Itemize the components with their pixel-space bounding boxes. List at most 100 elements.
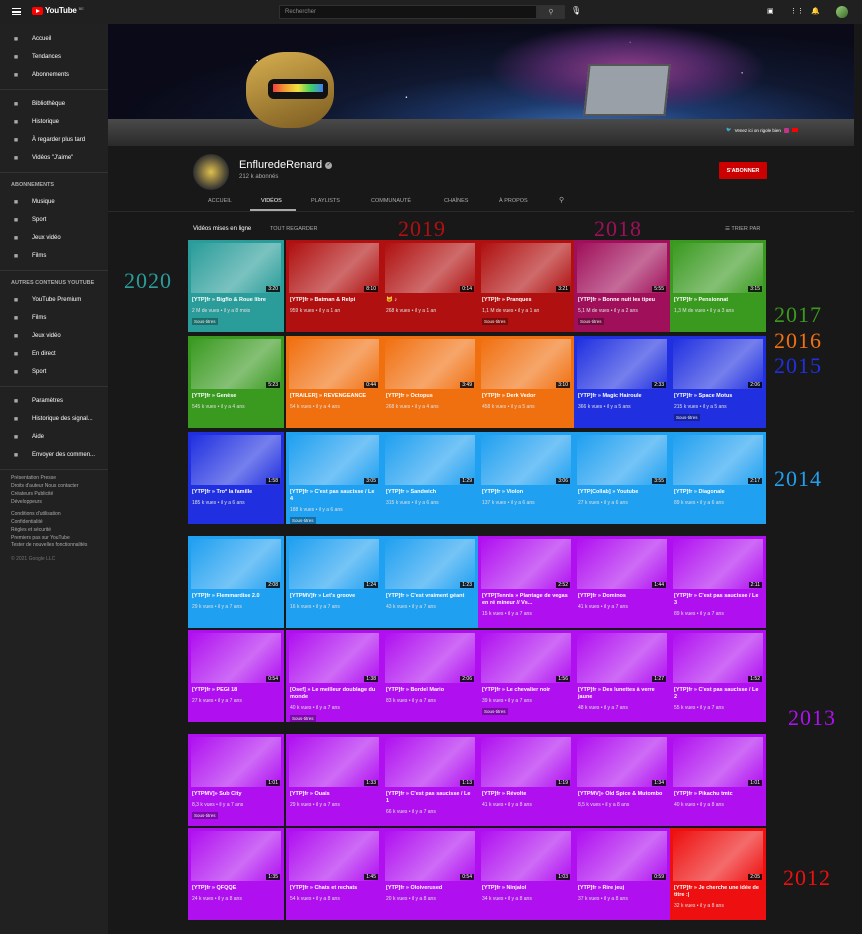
- video-thumbnail[interactable]: 2:11: [673, 539, 763, 589]
- sidebar-item-jeux-vid-o[interactable]: ■ Jeux vidéo: [0, 327, 108, 345]
- footer-link[interactable]: Premiers pas sur YouTube: [0, 535, 108, 543]
- video-thumbnail[interactable]: 2:06: [673, 339, 763, 389]
- video-card[interactable]: 0:44 [TRAILER] » REVENGEANCE 54 k vues • i…: [286, 336, 382, 428]
- video-title[interactable]: [YTP]fr » Des lunettes à verre jaune: [578, 687, 666, 701]
- video-title[interactable]: [Osef] » Le meilleur doublage du monde: [290, 687, 378, 701]
- footer-link[interactable]: Créateurs Publicité: [0, 491, 108, 499]
- video-title[interactable]: 🐱 ♪: [386, 297, 474, 304]
- video-thumbnail[interactable]: 1:56: [481, 633, 571, 683]
- video-title[interactable]: [YTP]fr » Tro* la famille: [192, 489, 280, 496]
- sidebar-item-jeux-vid-o[interactable]: ■ Jeux vidéo: [0, 229, 108, 247]
- video-card[interactable]: 1:56 [YTP]fr » Le chevalier noir 39 k vues…: [478, 630, 574, 722]
- video-thumbnail[interactable]: 1:44: [577, 539, 667, 589]
- search-input[interactable]: Rechercher: [279, 5, 537, 19]
- video-card[interactable]: 3:15 [YTP]fr » Pensionnat 1,3 M de vues • …: [670, 240, 766, 332]
- video-title[interactable]: [YTP]fr » Derk Vedor: [482, 393, 570, 400]
- video-card[interactable]: 0:59 [YTP]fr » Rire jeuj 37 k vues • il y …: [574, 828, 670, 920]
- video-thumbnail[interactable]: 2:33: [577, 339, 667, 389]
- video-title[interactable]: [YTP]fr » Le chevalier noir: [482, 687, 570, 694]
- video-thumbnail[interactable]: 8:10: [289, 243, 379, 293]
- video-card[interactable]: 1:33 [YTP]fr » Ouais 29 k vues • il y a 7 …: [286, 734, 382, 826]
- video-card[interactable]: 5:23 [YTP]fr » Genèse 545 k vues • il y a …: [188, 336, 284, 428]
- footer-link[interactable]: Développeurs: [0, 499, 108, 507]
- sidebar-item-historique-des-signal[interactable]: ■ Historique des signal...: [0, 410, 108, 428]
- video-title[interactable]: [YTP]fr » Pranques: [482, 297, 570, 304]
- avatar[interactable]: [836, 6, 848, 18]
- video-thumbnail[interactable]: 1:01: [673, 737, 763, 787]
- video-thumbnail[interactable]: 1:58: [191, 435, 281, 485]
- video-title[interactable]: [YTP]fr » Bonne nuit les tipeu: [578, 297, 666, 304]
- tab-channels[interactable]: CHAÎNES: [444, 198, 468, 204]
- video-card[interactable]: 8:10 [YTP]fr » Batman & Relpi 959 k vues •…: [286, 240, 382, 332]
- video-card[interactable]: 1:29 [YTP]fr » Sandwich 315 k vues • il y …: [382, 432, 478, 524]
- video-card[interactable]: 1:19 [YTP]fr » Révolte 41 k vues • il y a …: [478, 734, 574, 826]
- video-card[interactable]: 2:33 [YTP]fr » Magic Hairoule 366 k vues •…: [574, 336, 670, 428]
- footer-link[interactable]: Tester de nouvelles fonctionnalités: [0, 542, 108, 550]
- sidebar-item-en-direct[interactable]: ■ En direct: [0, 345, 108, 363]
- video-card[interactable]: 2:06 [YTP]fr » Bordel Mario 83 k vues • il…: [382, 630, 478, 722]
- video-thumbnail[interactable]: 3:06: [481, 435, 571, 485]
- sidebar-item-abonnements[interactable]: ■ Abonnements: [0, 66, 108, 84]
- video-thumbnail[interactable]: 0:14: [385, 243, 475, 293]
- video-thumbnail[interactable]: 2:17: [673, 435, 763, 485]
- video-thumbnail[interactable]: 1:23: [385, 539, 475, 589]
- video-card[interactable]: 1:58 [YTP]fr » Tro* la famille 185 k vues …: [188, 432, 284, 524]
- tab-community[interactable]: COMMUNAUTÉ: [371, 198, 411, 204]
- video-thumbnail[interactable]: 2:52: [481, 539, 571, 589]
- video-thumbnail[interactable]: 1:27: [577, 633, 667, 683]
- video-title[interactable]: [YTP]fr » C'est vraiment géant: [386, 593, 474, 600]
- video-card[interactable]: 3:10 [YTP]fr » Derk Vedor 458 k vues • il …: [478, 336, 574, 428]
- sidebar-item-accueil[interactable]: ■ Accueil: [0, 30, 108, 48]
- video-title[interactable]: [YTP]fr » Genèse: [192, 393, 280, 400]
- channel-search-icon[interactable]: ⚲: [559, 196, 564, 204]
- video-card[interactable]: 1:23 [YTP]fr » C'est vraiment géant 43 k v…: [382, 536, 478, 628]
- video-thumbnail[interactable]: 5:55: [577, 243, 667, 293]
- video-card[interactable]: 1:35 [YTP]fr » QFQQE 24 k vues • il y a 8 …: [188, 828, 284, 920]
- tab-videos[interactable]: VIDÉOS: [261, 198, 282, 204]
- sidebar-item-musique[interactable]: ■ Musique: [0, 193, 108, 211]
- video-thumbnail[interactable]: 1:01: [191, 737, 281, 787]
- video-card[interactable]: 1:44 [YTP]fr » Dominos 41 k vues • il y a …: [574, 536, 670, 628]
- video-title[interactable]: [YTP]fr » Je cherche une idée de titre :…: [674, 885, 762, 899]
- video-title[interactable]: [YTP]fr » Flemmardise 2.0: [192, 593, 280, 600]
- instagram-icon[interactable]: [783, 127, 789, 133]
- video-title[interactable]: [YTPMV]» Old Spice & Mutombo: [578, 791, 666, 798]
- sidebar-item-tendances[interactable]: ■ Tendances: [0, 48, 108, 66]
- sidebar-item-films[interactable]: ■ Films: [0, 247, 108, 265]
- video-thumbnail[interactable]: 3:21: [481, 243, 571, 293]
- video-thumbnail[interactable]: 1:34: [577, 737, 667, 787]
- video-title[interactable]: [YTP]fr » Ouais: [290, 791, 378, 798]
- video-title[interactable]: [YTP]fr » C'est pas saucisse / Le 3: [674, 593, 762, 607]
- video-card[interactable]: 3:49 [YTP]fr » Octopus 268 k vues • il y a…: [382, 336, 478, 428]
- video-thumbnail[interactable]: 1:52: [673, 633, 763, 683]
- video-title[interactable]: [YTP]fr » Dominos: [578, 593, 666, 600]
- search-button[interactable]: ⚲: [537, 5, 565, 19]
- video-card[interactable]: 0:54 [YTP]fr » Oloiverused 20 k vues • il …: [382, 828, 478, 920]
- video-title[interactable]: [YTP]fr » Ninjalol: [482, 885, 570, 892]
- video-card[interactable]: 0:54 [YTP]fr » PEGI 18 27 k vues • il y a …: [188, 630, 284, 722]
- video-title[interactable]: [YTP]fr » Pensionnat: [674, 297, 762, 304]
- youtube-link-icon[interactable]: [791, 128, 798, 132]
- video-thumbnail[interactable]: 1:35: [191, 831, 281, 881]
- footer-link[interactable]: Droits d'auteur Nous contacter: [0, 483, 108, 491]
- video-title[interactable]: [YTP]fr » C'est pas saucisse / Le 1: [386, 791, 474, 805]
- subscribe-button[interactable]: S'ABONNER: [719, 162, 767, 179]
- video-title[interactable]: [YTPMV]» Sub City: [192, 791, 280, 798]
- notifications-icon[interactable]: 🔔: [811, 7, 820, 15]
- video-thumbnail[interactable]: 1:33: [289, 737, 379, 787]
- create-video-icon[interactable]: ▣: [767, 7, 774, 15]
- video-thumbnail[interactable]: 3:55: [577, 435, 667, 485]
- video-thumbnail[interactable]: 1:24: [289, 539, 379, 589]
- video-title[interactable]: [TRAILER] » REVENGEANCE: [290, 393, 378, 400]
- video-title[interactable]: [YTP]fr » Sandwich: [386, 489, 474, 496]
- tab-about[interactable]: À PROPOS: [499, 198, 528, 204]
- video-title[interactable]: [YTP]fr » Bigflo & Roue libre: [192, 297, 280, 304]
- video-thumbnail[interactable]: 1:29: [385, 435, 475, 485]
- sidebar-item-biblioth-que[interactable]: ■ Bibliothèque: [0, 95, 108, 113]
- footer-link[interactable]: Conditions d'utilisation: [0, 511, 108, 519]
- footer-link[interactable]: Confidentialité: [0, 519, 108, 527]
- play-all-link[interactable]: TOUT REGARDER: [270, 226, 317, 232]
- video-title[interactable]: [YTP]fr » C'est pas saucisse / Le 4: [290, 489, 378, 503]
- sidebar-item-sport[interactable]: ■ Sport: [0, 211, 108, 229]
- video-title[interactable]: [YTP]fr » Diagonale: [674, 489, 762, 496]
